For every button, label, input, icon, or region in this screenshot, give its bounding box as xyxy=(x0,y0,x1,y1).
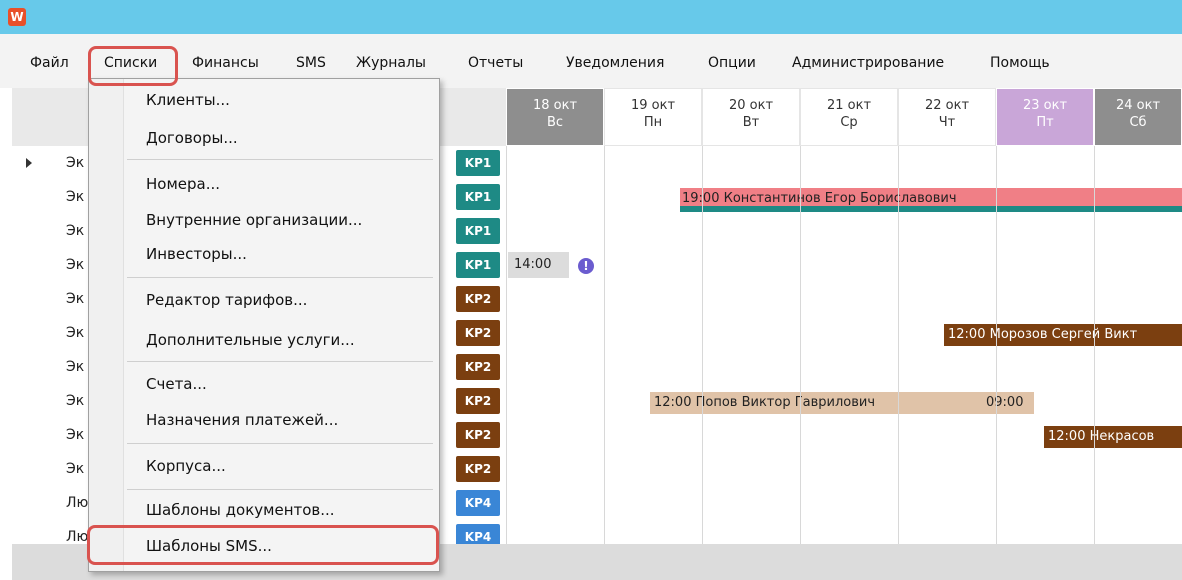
app-logo-icon[interactable]: W xyxy=(8,8,26,26)
building-badge: KP2 xyxy=(456,422,500,448)
menu-item-doc-templates[interactable]: Шаблоны документов... xyxy=(146,501,335,519)
building-badge: KP1 xyxy=(456,252,500,278)
menu-separator xyxy=(127,277,433,278)
menu-item-invoices[interactable]: Счета... xyxy=(146,375,207,393)
grid-divider xyxy=(506,146,507,544)
menu-gutter xyxy=(89,79,124,571)
menu-item-clients[interactable]: Клиенты... xyxy=(146,91,230,109)
lists-dropdown-menu: Клиенты... Договоры... Номера... Внутрен… xyxy=(87,78,440,572)
building-badge: KP2 xyxy=(456,286,500,312)
building-badge: KP4 xyxy=(456,490,500,516)
menu-notifications[interactable]: Уведомления xyxy=(566,52,664,74)
day-of-week: Вт xyxy=(742,115,760,130)
row-label: Эк xyxy=(12,418,92,452)
menu-help[interactable]: Помощь xyxy=(990,52,1050,74)
day-of-week: Пт xyxy=(1036,115,1054,130)
day-date: 19 окт xyxy=(630,98,676,113)
menu-item-extra-services[interactable]: Дополнительные услуги... xyxy=(146,331,355,349)
day-header[interactable]: 20 окт Вт xyxy=(702,88,800,146)
menu-item-contracts[interactable]: Договоры... xyxy=(146,129,238,147)
day-of-week: Пн xyxy=(643,115,663,130)
grid-divider xyxy=(604,146,605,544)
row-label: Эк xyxy=(12,248,92,282)
day-date: 22 окт xyxy=(924,98,970,113)
building-badge: KP1 xyxy=(456,150,500,176)
building-badge: KP2 xyxy=(456,354,500,380)
menu-journals[interactable]: Журналы xyxy=(356,52,426,74)
menu-separator xyxy=(127,489,433,490)
current-row-arrow-icon xyxy=(26,158,32,168)
highlight-frame xyxy=(88,46,178,86)
booking-bar[interactable]: 12:00 Некрасов xyxy=(1044,426,1182,448)
row-label: Эк xyxy=(12,146,92,180)
building-badge: KP2 xyxy=(456,388,500,414)
grid-divider xyxy=(800,146,801,544)
day-date: 18 окт xyxy=(532,98,578,113)
menu-separator xyxy=(127,159,433,160)
menu-file[interactable]: Файл xyxy=(30,52,69,74)
day-date: 24 окт xyxy=(1115,98,1161,113)
day-header[interactable]: 22 окт Чт xyxy=(898,88,996,146)
menu-item-internal-orgs[interactable]: Внутренние организации... xyxy=(146,211,362,229)
day-header[interactable]: 21 окт Ср xyxy=(800,88,898,146)
day-of-week: Вс xyxy=(546,115,564,130)
menu-item-buildings[interactable]: Корпуса... xyxy=(146,457,226,475)
booking-indicator xyxy=(680,206,1182,212)
row-label: Эк xyxy=(12,282,92,316)
menu-separator xyxy=(127,443,433,444)
day-of-week: Сб xyxy=(1129,115,1147,130)
building-badge: KP2 xyxy=(456,320,500,346)
day-date: 20 окт xyxy=(728,98,774,113)
row-label: Эк xyxy=(12,316,92,350)
menu-item-tariff-editor[interactable]: Редактор тарифов... xyxy=(146,291,307,309)
day-header[interactable]: 19 окт Пн xyxy=(604,88,702,146)
row-label: Эк xyxy=(12,452,92,486)
menu-separator xyxy=(127,361,433,362)
menu-reports[interactable]: Отчеты xyxy=(468,52,523,74)
highlight-frame xyxy=(87,525,439,565)
menu-item-payment-purposes[interactable]: Назначения платежей... xyxy=(146,411,338,429)
grid-divider xyxy=(898,146,899,544)
booking-bar[interactable]: 09:00 xyxy=(982,392,1034,414)
booking-bar[interactable]: 14:00 xyxy=(508,252,569,278)
menu-finance[interactable]: Финансы xyxy=(192,52,259,74)
day-header[interactable]: 18 окт Вс xyxy=(506,88,604,146)
day-date: 21 окт xyxy=(826,98,872,113)
menu-item-investors[interactable]: Инвесторы... xyxy=(146,245,247,263)
row-label: Эк xyxy=(12,214,92,248)
menu-sms[interactable]: SMS xyxy=(296,52,326,74)
grid-divider xyxy=(702,146,703,544)
booking-bar[interactable]: 12:00 Попов Виктор Гаврилович xyxy=(650,392,984,414)
day-header[interactable]: 24 окт Сб xyxy=(1094,88,1182,146)
day-of-week: Чт xyxy=(938,115,956,130)
grid-divider xyxy=(996,146,997,544)
menu-administration[interactable]: Администрирование xyxy=(792,52,944,74)
booking-bar[interactable]: 12:00 Морозов Сергей Викт xyxy=(944,324,1182,346)
title-bar: W xyxy=(0,0,1182,34)
menu-item-rooms[interactable]: Номера... xyxy=(146,175,220,193)
row-label: Лю xyxy=(12,486,92,520)
row-label: Эк xyxy=(12,384,92,418)
grid-divider xyxy=(1094,146,1095,544)
day-date: 23 окт xyxy=(1022,98,1068,113)
menu-options[interactable]: Опции xyxy=(708,52,756,74)
row-label: Эк xyxy=(12,180,92,214)
building-badge: KP1 xyxy=(456,218,500,244)
building-badge: KP1 xyxy=(456,184,500,210)
day-header[interactable]: 23 окт Пт xyxy=(996,88,1094,146)
row-label: Эк xyxy=(12,350,92,384)
building-badge: KP2 xyxy=(456,456,500,482)
alert-icon[interactable]: ! xyxy=(578,258,594,274)
day-of-week: Ср xyxy=(840,115,858,130)
